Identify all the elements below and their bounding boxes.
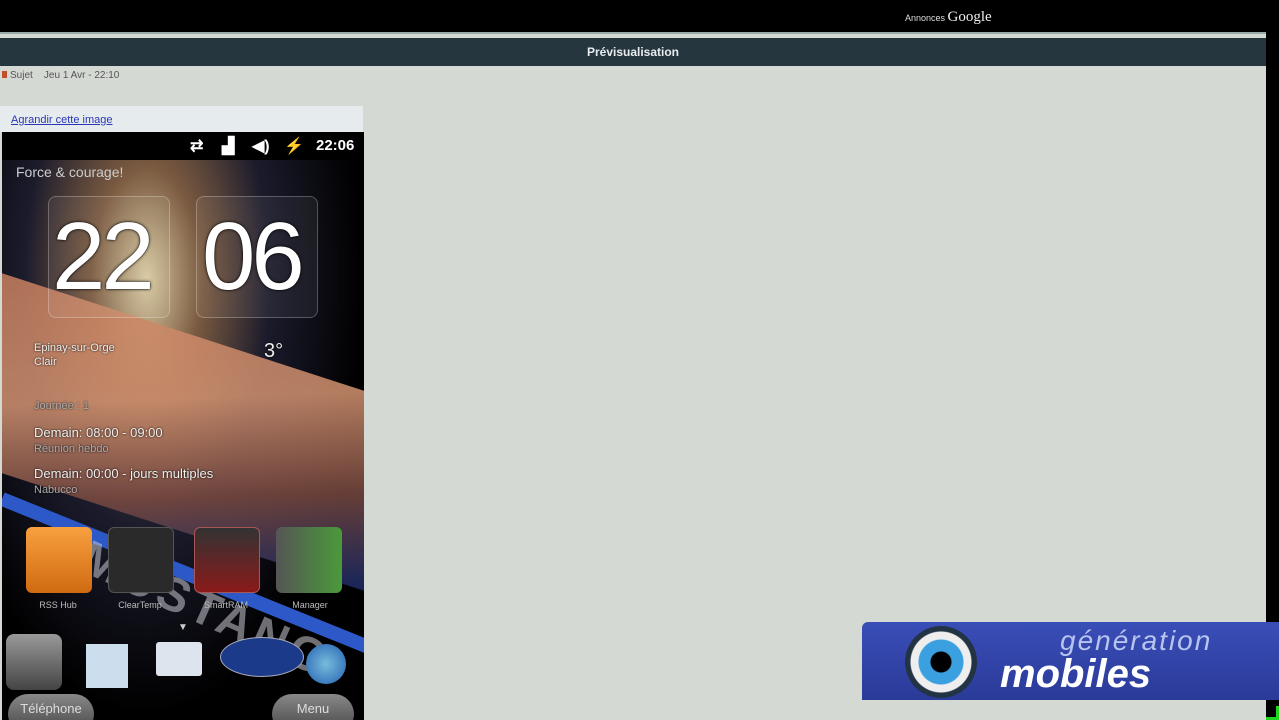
- menu-softkey[interactable]: Menu: [272, 694, 354, 720]
- event2-title: Nabucco: [34, 484, 78, 496]
- event1-title: Réunion hebdo: [34, 443, 109, 455]
- google-ads-link[interactable]: Annonces Google: [905, 9, 992, 26]
- weather-temp: 3°: [264, 340, 284, 362]
- post-meta: Sujet Jeu 1 Avr - 22:10: [2, 70, 119, 81]
- eye-logo-icon: [905, 626, 977, 698]
- agenda-day: Journée : 1: [34, 400, 90, 412]
- ads-brand: Google: [947, 9, 992, 25]
- messages-icon[interactable]: [156, 642, 202, 676]
- app-rss-hub[interactable]: [26, 527, 92, 593]
- event2-time: Demain: 00:00 - jours multiples: [34, 466, 214, 481]
- signal-icon: ▟: [222, 138, 235, 155]
- phone-screenshot[interactable]: MUSTANG ⇄ ▟ ◀) ⚡ 22:06 Force & courage! …: [2, 132, 364, 720]
- expand-arrow-icon[interactable]: ▼: [178, 622, 188, 633]
- sync-icon: ⇄: [190, 138, 204, 155]
- app-manager[interactable]: [276, 527, 342, 593]
- weather-city: Epinay-sur-Orge: [34, 342, 115, 354]
- browser-globe-icon[interactable]: [306, 644, 346, 684]
- post-icon: [2, 71, 7, 78]
- app-label: ClearTemp: [118, 600, 162, 610]
- weather-desc: Clair: [34, 356, 57, 368]
- clock-label: Force & courage!: [16, 164, 124, 180]
- post-date: Jeu 1 Avr - 22:10: [43, 70, 120, 81]
- ads-prefix: Annonces: [905, 13, 946, 23]
- volume-icon: ◀): [252, 138, 270, 155]
- clock-hours: 22: [52, 203, 155, 310]
- top-bar: Annonces Google: [0, 0, 1279, 32]
- phone-softkey[interactable]: Téléphone: [8, 694, 94, 720]
- clock-minutes: 06: [202, 203, 305, 310]
- frame-corner: [1265, 706, 1279, 720]
- app-cleartemp[interactable]: [108, 527, 174, 593]
- phone-status-bar: ⇄ ▟ ◀) ⚡ 22:06: [2, 132, 364, 160]
- contacts-icon[interactable]: [86, 644, 128, 688]
- app-smartram[interactable]: [194, 527, 260, 593]
- ford-icon[interactable]: [220, 637, 304, 677]
- window-title: Prévisualisation: [0, 38, 1266, 66]
- app-label: SmartRAM: [203, 600, 248, 610]
- home-icon[interactable]: [6, 634, 62, 690]
- app-label: RSS Hub: [39, 600, 77, 610]
- charging-icon: ⚡: [284, 138, 304, 155]
- status-time: 22:06: [316, 137, 355, 154]
- app-label: Manager: [292, 600, 328, 610]
- enlarge-image-link[interactable]: Agrandir cette image: [11, 114, 113, 126]
- post-subject: Sujet: [10, 70, 33, 81]
- logo-text-bottom: mobiles: [1000, 652, 1152, 696]
- event1-time: Demain: 08:00 - 09:00: [34, 425, 163, 440]
